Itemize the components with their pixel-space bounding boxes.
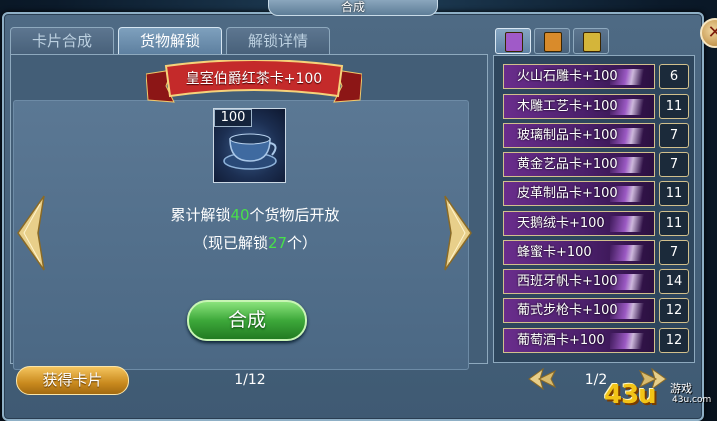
card-category-tab-orange[interactable] [534,28,570,54]
card-name: 玻璃制品卡+100 [517,128,618,143]
get-card-button[interactable]: 获得卡片 [16,366,129,395]
card-badge: 100 [214,109,252,127]
card-count: 11 [659,181,689,206]
current-prefix: （现已解锁 [192,234,268,252]
card-category-tab-gold[interactable] [573,28,609,54]
card-name: 木雕工艺卡+100 [517,99,618,114]
tab-goods-unlock[interactable]: 货物解锁 [118,27,222,54]
card-count: 7 [659,152,689,177]
card-category-tab-purple[interactable] [495,28,531,54]
current-value: 27 [267,234,288,252]
gold-book-icon [583,32,601,52]
watermark-url: 43u.com [672,395,712,405]
unlock-requirement: 累计解锁40个货物后开放 [60,205,450,225]
watermark-logo: 43u [604,380,657,410]
card-name: 黄金艺品卡+100 [517,157,618,172]
unlock-suffix: 个货物后开放 [249,206,340,224]
list-item[interactable]: 火山石雕卡+100 6 [503,64,689,89]
list-item[interactable]: 蜂蜜卡+100 7 [503,240,689,265]
unlock-target: 40 [230,206,250,224]
list-item[interactable]: 木雕工艺卡+100 11 [503,94,689,119]
window-title: 合成 [268,0,438,16]
watermark-label: 游戏 [670,382,692,395]
list-item[interactable]: 葡萄酒卡+100 12 [503,328,689,353]
close-icon: ✕ [707,22,717,43]
card-count: 14 [659,269,689,294]
list-item[interactable]: 玻璃制品卡+100 7 [503,123,689,148]
unlock-progress: （现已解锁27个） [60,233,450,253]
card-count: 11 [659,211,689,236]
list-item[interactable]: 皮革制品卡+100 11 [503,181,689,206]
list-item[interactable]: 黄金艺品卡+100 7 [503,152,689,177]
card-count: 6 [659,64,689,89]
list-item[interactable]: 西班牙帆卡+100 14 [503,269,689,294]
card-name: 西班牙帆卡+100 [517,274,618,289]
card-name: 火山石雕卡+100 [517,69,618,84]
tab-card-synthesis[interactable]: 卡片合成 [10,27,114,54]
prev-arrow-icon[interactable] [14,194,46,272]
next-arrow-icon[interactable] [443,194,475,272]
list-prev-arrow-icon[interactable] [527,368,557,390]
card-name: 葡式步枪卡+100 [517,303,618,318]
page-indicator-left: 1/12 [234,372,266,388]
card-name: 皮革制品卡+100 [517,186,618,201]
card-count: 12 [659,328,689,353]
list-item[interactable]: 天鹅绒卡+100 11 [503,211,689,236]
card-name: 天鹅绒卡+100 [517,216,605,231]
card-count: 11 [659,94,689,119]
card-name: 葡萄酒卡+100 [517,333,605,348]
featured-card-name: 皇室伯爵红茶卡+100 [185,71,323,87]
orange-book-icon [544,32,562,52]
card-count: 12 [659,298,689,323]
craft-button[interactable]: 合成 [187,300,307,341]
purple-book-icon [505,32,523,52]
card-count: 7 [659,123,689,148]
list-item[interactable]: 葡式步枪卡+100 12 [503,298,689,323]
card-name: 蜂蜜卡+100 [517,245,592,260]
unlock-prefix: 累计解锁 [170,206,231,224]
current-suffix: 个） [287,234,318,252]
tab-unlock-details[interactable]: 解锁详情 [226,27,330,54]
featured-card-image[interactable]: 100 [213,108,286,183]
card-count: 7 [659,240,689,265]
